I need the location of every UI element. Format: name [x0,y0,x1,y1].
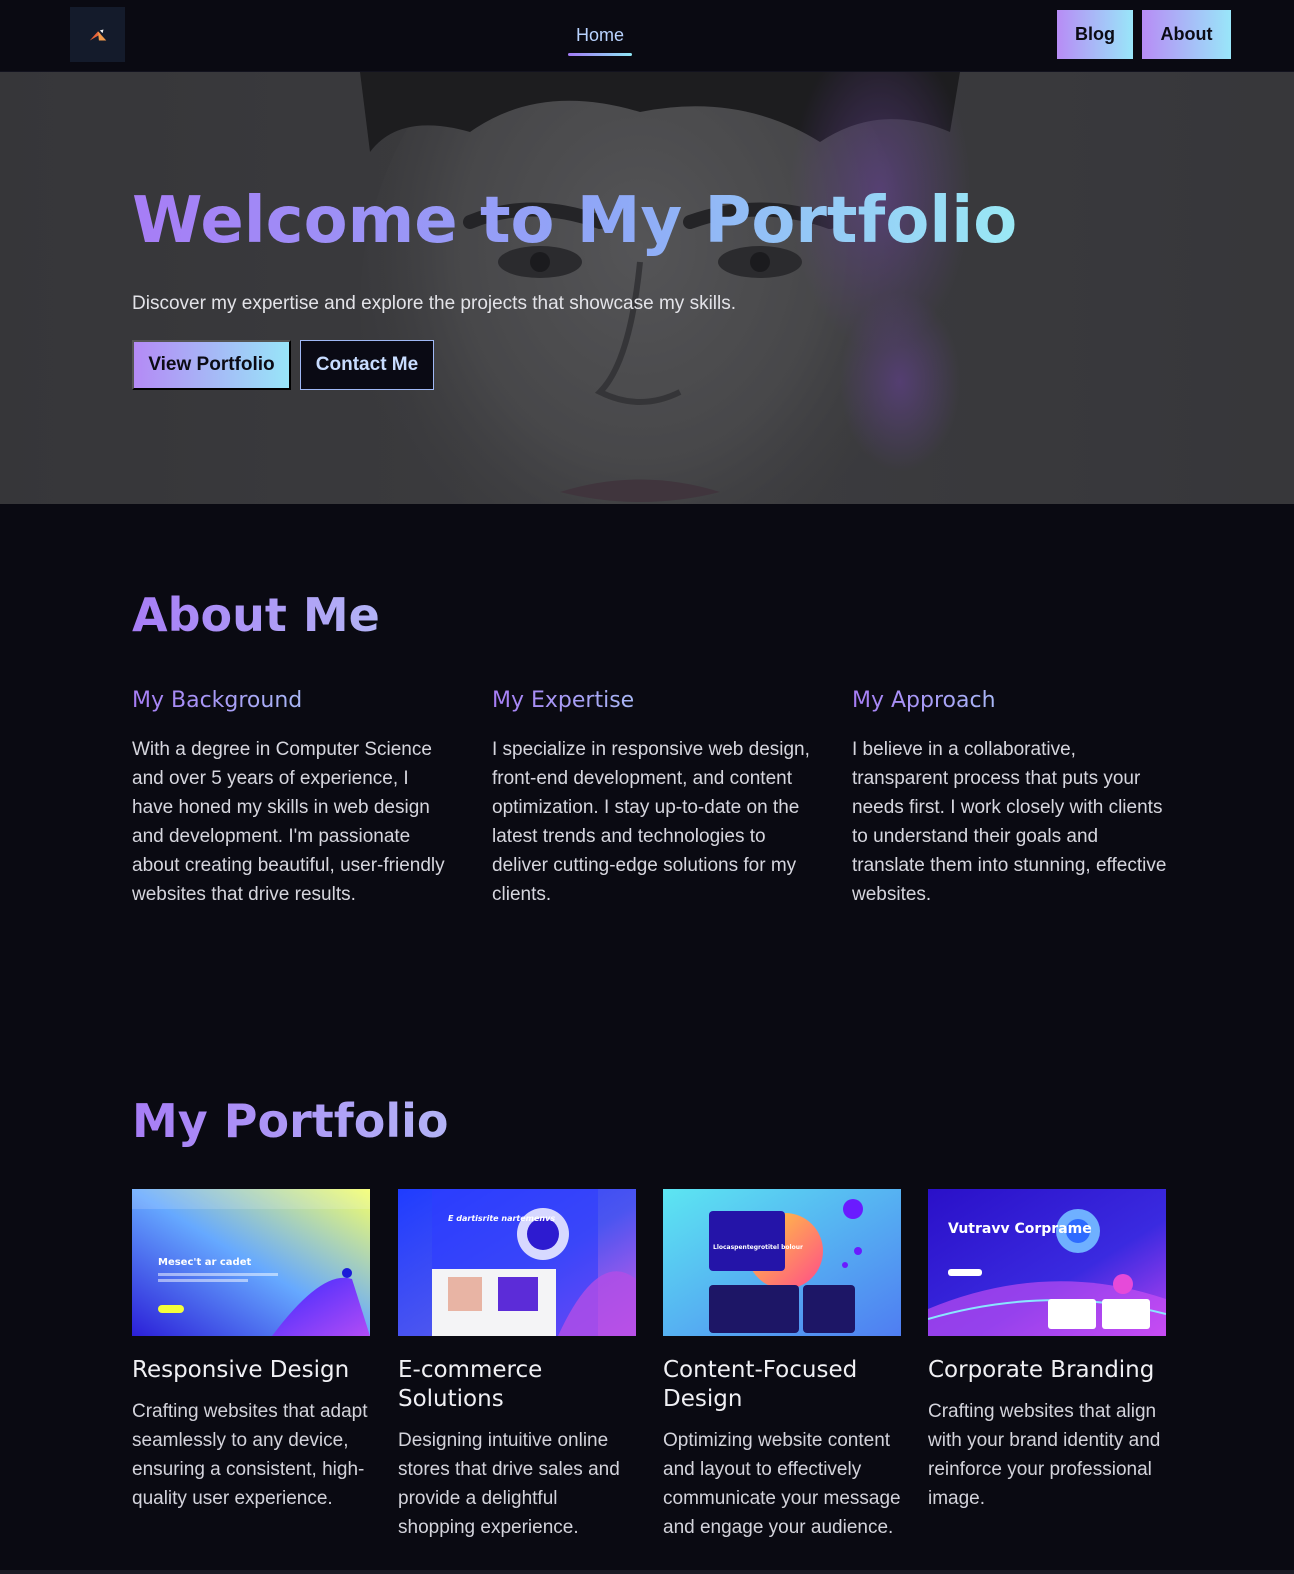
hero-section: Welcome to My Portfolio Discover my expe… [0,72,1294,504]
svg-text:Vutravv Corprame: Vutravv Corprame [948,1221,1092,1237]
hero-title: Welcome to My Portfolio [132,184,1018,258]
nav-blog-button[interactable]: Blog [1057,10,1133,59]
footer-divider [0,1570,1294,1574]
portfolio-card[interactable]: E dartisrite nartemenvs E-commerce Solut… [398,1189,636,1542]
about-title: About Me [132,588,380,642]
mountain-logo-icon [89,29,106,40]
about-text: With a degree in Computer Science and ov… [132,739,445,905]
about-expertise-column: My Expertise I specialize in responsive … [492,688,812,909]
svg-text:Mesec't ar cadet: Mesec't ar cadet [158,1257,251,1268]
about-heading: My Approach [852,688,996,713]
view-portfolio-button[interactable]: View Portfolio [132,340,291,390]
portfolio-thumbnail[interactable]: Vutravv Corprame [928,1189,1166,1336]
nav-about-button[interactable]: About [1142,10,1231,59]
about-heading: My Expertise [492,688,635,713]
portfolio-card-title: E-commerce Solutions [398,1357,543,1412]
svg-text:Llocaspentegrotitel bolour: Llocaspentegrotitel bolour [713,1244,803,1251]
portfolio-card-text: Crafting websites that adapt seamlessly … [132,1401,368,1509]
hero-portrait-image [0,72,1294,504]
about-heading: My Background [132,688,303,713]
portfolio-card[interactable]: Llocaspentegrotitel bolour Content-Focus… [663,1189,901,1542]
nav-home-link[interactable]: Home [560,18,640,58]
portfolio-card-title: Content-Focused Design [663,1357,858,1412]
about-text: I specialize in responsive web design, f… [492,739,810,905]
portfolio-card-text: Designing intuitive online stores that d… [398,1430,620,1538]
top-nav: Home Blog About [0,0,1294,72]
portfolio-thumbnail[interactable]: Llocaspentegrotitel bolour [663,1189,901,1336]
portfolio-card-text: Crafting websites that align with your b… [928,1401,1161,1509]
hero-subtitle: Discover my expertise and explore the pr… [132,293,737,314]
svg-text:E dartisrite nartemenvs: E dartisrite nartemenvs [448,1214,555,1223]
portfolio-thumbnail[interactable]: Mesec't ar cadet [132,1189,370,1336]
logo-link[interactable] [70,7,125,62]
portfolio-card-text: Optimizing website content and layout to… [663,1430,901,1538]
portfolio-title: My Portfolio [132,1094,449,1148]
about-approach-column: My Approach I believe in a collaborative… [852,688,1172,909]
about-background-column: My Background With a degree in Computer … [132,688,452,909]
portfolio-card[interactable]: Vutravv Corprame Corporate Branding Craf… [928,1189,1166,1513]
about-text: I believe in a collaborative, transparen… [852,739,1167,905]
portfolio-thumbnail[interactable]: E dartisrite nartemenvs [398,1189,636,1336]
portfolio-card-title: Responsive Design [132,1357,350,1383]
portfolio-card-title: Corporate Branding [928,1357,1155,1383]
contact-me-button[interactable]: Contact Me [300,340,434,390]
portfolio-card[interactable]: Mesec't ar cadet Responsive Design Craft… [132,1189,370,1513]
